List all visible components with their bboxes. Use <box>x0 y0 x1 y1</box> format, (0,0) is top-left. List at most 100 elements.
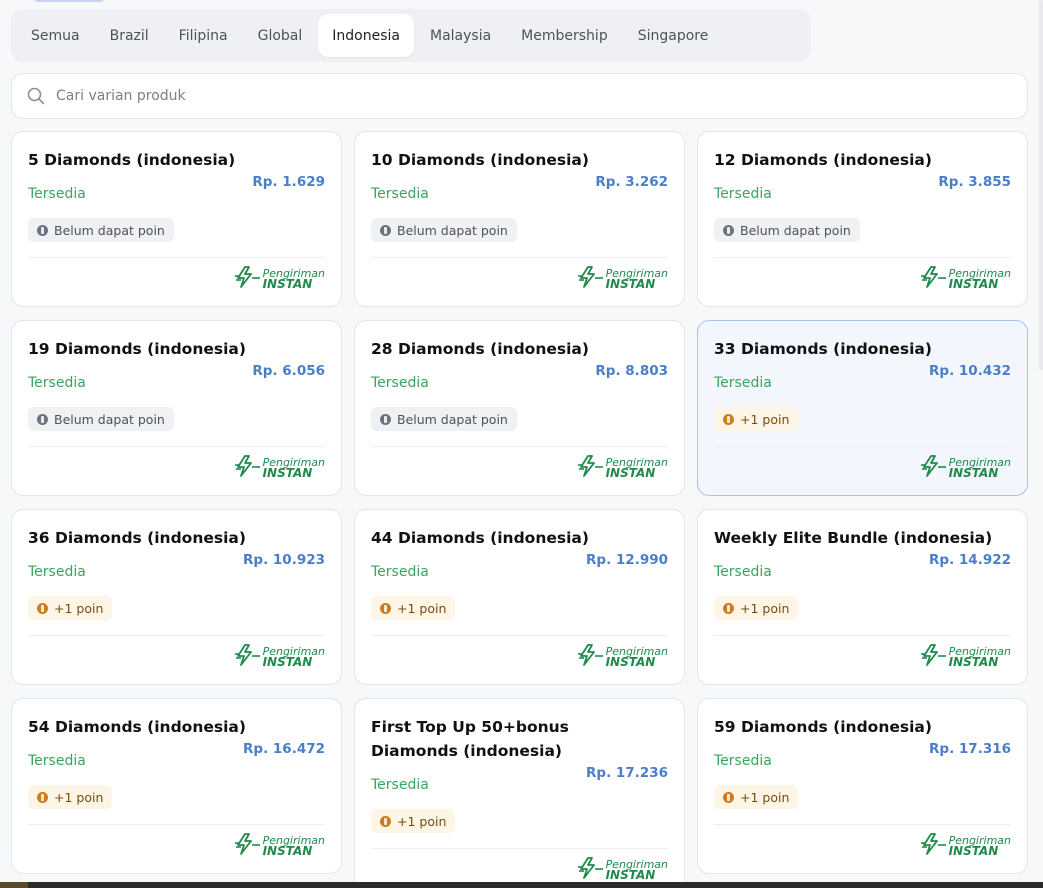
delivery-bottom-text: INSTAN <box>262 655 313 669</box>
product-card[interactable]: 5 Diamonds (indonesia) Tersedia Rp. 1.629 B… <box>11 131 342 307</box>
coin-icon <box>723 224 734 236</box>
tab-filipina[interactable]: Filipina <box>165 14 242 57</box>
instant-delivery-logo: Pengiriman INSTAN <box>234 455 325 481</box>
lightning-truck-icon <box>577 857 606 883</box>
coin-icon <box>723 413 734 425</box>
availability-status: Tersedia <box>714 564 772 580</box>
coin-icon <box>380 224 391 236</box>
lightning-truck-icon <box>920 455 949 481</box>
points-badge: Belum dapat poin <box>28 218 174 242</box>
product-price: Rp. 12.990 <box>586 552 668 568</box>
lightning-truck-icon <box>920 833 949 859</box>
product-title: 28 Diamonds (indonesia) <box>371 340 589 358</box>
availability-status: Tersedia <box>28 375 86 391</box>
lightning-truck-icon <box>234 644 263 670</box>
points-label: +1 poin <box>740 411 790 427</box>
delivery-bottom-text: INSTAN <box>605 655 656 669</box>
product-card[interactable]: 44 Diamonds (indonesia) Tersedia Rp. 12.99… <box>354 509 685 685</box>
instant-delivery-logo: Pengiriman INSTAN <box>577 644 668 670</box>
tab-global[interactable]: Global <box>244 14 317 57</box>
product-title: 10 Diamonds (indonesia) <box>371 151 589 169</box>
points-badge: +1 poin <box>714 407 799 431</box>
instant-delivery-logo: Pengiriman INSTAN <box>234 266 325 292</box>
lightning-truck-icon <box>234 266 263 292</box>
product-price: Rp. 16.472 <box>243 741 325 757</box>
availability-status: Tersedia <box>371 777 429 793</box>
lightning-truck-icon <box>577 644 606 670</box>
availability-status: Tersedia <box>371 186 429 202</box>
product-card[interactable]: 36 Diamonds (indonesia) Tersedia Rp. 10.92… <box>11 509 342 685</box>
card-divider <box>714 446 1011 447</box>
points-badge: Belum dapat poin <box>371 218 517 242</box>
delivery-bottom-text: INSTAN <box>948 277 999 291</box>
product-title: Weekly Elite Bundle (indonesia) <box>714 529 993 547</box>
scrollbar[interactable] <box>1039 0 1043 370</box>
delivery-bottom-text: INSTAN <box>605 868 656 882</box>
product-price: Rp. 10.432 <box>929 363 1011 379</box>
points-badge: +1 poin <box>714 785 799 809</box>
product-price: Rp. 3.855 <box>938 174 1011 190</box>
lightning-truck-icon <box>920 266 949 292</box>
product-card[interactable]: 54 Diamonds (indonesia) Tersedia Rp. 16.47… <box>11 698 342 874</box>
lightning-truck-icon <box>920 644 949 670</box>
instant-delivery-logo: Pengiriman INSTAN <box>234 644 325 670</box>
product-card[interactable]: 19 Diamonds (indonesia) Tersedia Rp. 6.056… <box>11 320 342 496</box>
coin-icon <box>37 224 48 236</box>
search-input[interactable] <box>56 88 956 104</box>
instant-delivery-logo: Pengiriman INSTAN <box>577 455 668 481</box>
delivery-bottom-text: INSTAN <box>262 277 313 291</box>
card-divider <box>371 257 668 258</box>
points-label: +1 poin <box>740 789 790 805</box>
tab-membership[interactable]: Membership <box>507 14 622 57</box>
product-price: Rp. 8.803 <box>595 363 668 379</box>
instant-delivery-logo: Pengiriman INSTAN <box>577 266 668 292</box>
header-accent <box>34 0 104 2</box>
coin-icon <box>380 413 391 425</box>
availability-status: Tersedia <box>28 564 86 580</box>
product-card[interactable]: 28 Diamonds (indonesia) Tersedia Rp. 8.803… <box>354 320 685 496</box>
card-divider <box>714 635 1011 636</box>
tab-semua[interactable]: Semua <box>17 14 94 57</box>
points-badge: Belum dapat poin <box>714 218 860 242</box>
points-badge: +1 poin <box>371 596 456 620</box>
availability-status: Tersedia <box>28 186 86 202</box>
coin-icon <box>37 413 48 425</box>
points-badge: +1 poin <box>28 596 113 620</box>
coin-icon <box>380 815 391 827</box>
card-divider <box>714 257 1011 258</box>
delivery-bottom-text: INSTAN <box>262 844 313 858</box>
product-card[interactable]: 33 Diamonds (indonesia) Tersedia Rp. 10.43… <box>697 320 1028 496</box>
card-divider <box>371 446 668 447</box>
points-label: +1 poin <box>54 600 104 616</box>
availability-status: Tersedia <box>371 375 429 391</box>
product-price: Rp. 10.923 <box>243 552 325 568</box>
product-card[interactable]: 10 Diamonds (indonesia) Tersedia Rp. 3.262… <box>354 131 685 307</box>
lightning-truck-icon <box>234 833 263 859</box>
card-divider <box>371 848 668 849</box>
tab-singapore[interactable]: Singapore <box>624 14 723 57</box>
points-label: Belum dapat poin <box>740 222 851 238</box>
points-badge: +1 poin <box>28 785 113 809</box>
availability-status: Tersedia <box>28 753 86 769</box>
product-card[interactable]: Weekly Elite Bundle (indonesia) Tersedia R… <box>697 509 1028 685</box>
lightning-truck-icon <box>577 455 606 481</box>
tab-malaysia[interactable]: Malaysia <box>416 14 505 57</box>
product-card[interactable]: First Top Up 50+bonus Diamonds (indonesi… <box>354 698 685 888</box>
coin-icon <box>37 791 48 803</box>
search-bar <box>11 73 1028 119</box>
points-label: +1 poin <box>397 600 447 616</box>
product-title: 19 Diamonds (indonesia) <box>28 340 246 358</box>
tab-indonesia[interactable]: Indonesia <box>318 14 414 57</box>
product-price: Rp. 17.236 <box>586 765 668 781</box>
tab-brazil[interactable]: Brazil <box>96 14 163 57</box>
product-title: 59 Diamonds (indonesia) <box>714 718 932 736</box>
points-label: Belum dapat poin <box>397 222 508 238</box>
product-grid: 5 Diamonds (indonesia) Tersedia Rp. 1.629 B… <box>11 131 1028 888</box>
instant-delivery-logo: Pengiriman INSTAN <box>577 857 668 883</box>
search-icon <box>26 86 46 106</box>
product-card[interactable]: 12 Diamonds (indonesia) Tersedia Rp. 3.855… <box>697 131 1028 307</box>
lightning-truck-icon <box>577 266 606 292</box>
points-badge: Belum dapat poin <box>28 407 174 431</box>
product-card[interactable]: 59 Diamonds (indonesia) Tersedia Rp. 17.31… <box>697 698 1028 874</box>
card-divider <box>28 635 325 636</box>
